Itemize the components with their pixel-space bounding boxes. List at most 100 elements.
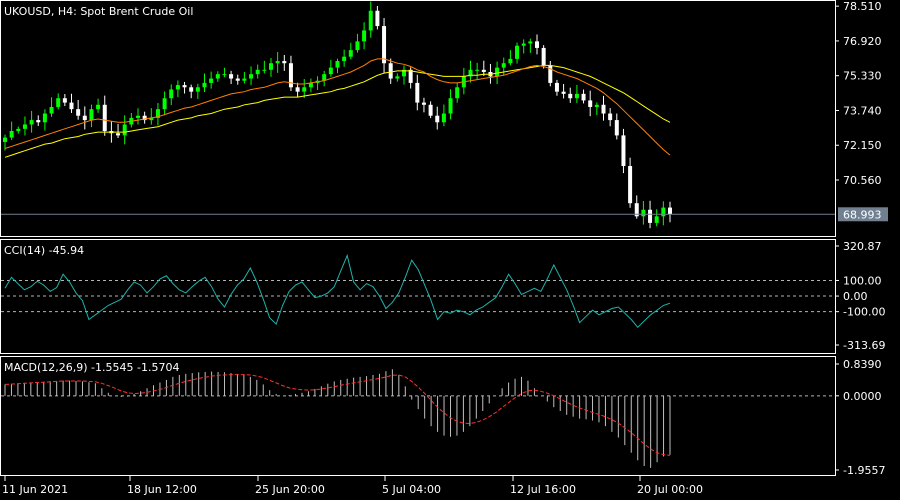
cci-axis-label: 100.00 (843, 274, 882, 287)
candle-body (222, 74, 227, 76)
macd-signal-line (4, 374, 671, 456)
candle-body (475, 69, 480, 71)
time-axis-label: 12 Jul 16:00 (510, 483, 576, 496)
candle-body (368, 10, 373, 31)
candle-body (288, 63, 293, 88)
timeframe-label: H4 (58, 5, 73, 18)
candle-body (382, 26, 387, 64)
macd-panel-title: MACD(12,26,9) -1.5545 -1.5704 (4, 361, 179, 374)
candle-body (342, 56, 347, 62)
candle-body (328, 67, 333, 75)
candle-body (215, 74, 220, 79)
cci-panel-title: CCI(14) -45.94 (4, 244, 84, 257)
trading-chart: 78.510 76.920 75.330 73.740 72.150 70.560 68.9… (0, 0, 888, 496)
candle-body (455, 87, 460, 99)
cci-plot-area (1, 253, 835, 329)
macd-axis-label: 0.8390 (843, 358, 882, 371)
time-axis-label: 18 Jun 12:00 (127, 483, 197, 496)
symbol-label: UKOUSD (4, 5, 51, 18)
candle-body (182, 85, 187, 88)
macd-indicator-label: MACD(12,26,9) (4, 361, 88, 374)
candle-body (355, 41, 360, 51)
candle-body (189, 87, 194, 92)
time-axis-label: 25 Jun 20:00 (255, 483, 325, 496)
candle-body (448, 98, 453, 114)
candle-body (3, 137, 7, 142)
candle-body (654, 216, 659, 223)
candle-body (415, 82, 420, 103)
candle-body (282, 61, 287, 64)
candle-body (668, 207, 672, 215)
candle-body (648, 209, 653, 223)
candle-body (175, 85, 180, 90)
candle-body (275, 61, 280, 64)
macd-axis-label: -1.9557 (843, 464, 885, 477)
candle-body (56, 98, 61, 107)
candle-body (621, 135, 626, 167)
candle-body (235, 78, 240, 81)
candle-body (335, 61, 340, 68)
candle-body (42, 113, 47, 123)
candle-body (262, 69, 267, 71)
price-axis-label: 76.920 (843, 35, 882, 48)
candle-body (122, 124, 127, 136)
price-axis-label: 70.560 (843, 174, 882, 187)
time-axis-label: 20 Jul 00:00 (637, 483, 703, 496)
price-axis-label: 78.510 (843, 0, 882, 13)
price-axis-label: 72.150 (843, 139, 882, 152)
current-price-label: 68.993 (843, 208, 882, 221)
candle-body (22, 124, 27, 129)
candle-body (169, 89, 174, 99)
candle-body (36, 120, 41, 123)
candle-body (249, 74, 254, 79)
cci-axis-label: 320.87 (843, 240, 882, 253)
candle-body (661, 207, 666, 217)
candle-body (528, 41, 533, 44)
candle-body (421, 102, 426, 105)
cci-axis-label: -100.00 (843, 306, 885, 319)
candle-body (428, 104, 433, 116)
price-plot-area (1, 1, 835, 229)
candle-body (435, 115, 440, 123)
candle-body (561, 91, 566, 94)
candle-body (554, 82, 559, 92)
candle-body (495, 67, 500, 77)
cci-current-value: -45.94 (49, 244, 84, 257)
macd-axis-label: 0.0000 (843, 390, 882, 403)
candle-body (375, 10, 380, 27)
candle-body (295, 87, 300, 92)
candle-body (501, 63, 506, 68)
time-axis-label: 5 Jul 04:00 (382, 483, 441, 496)
candle-body (89, 109, 94, 121)
candle-body (82, 115, 87, 121)
candle-body (601, 104, 606, 114)
candle-body (388, 63, 393, 79)
candle-body (481, 69, 486, 72)
candle-body (136, 115, 140, 118)
candle-body (76, 109, 81, 116)
candle-body (614, 120, 619, 136)
candle-body (408, 69, 413, 83)
macd-main-value: -1.5545 (91, 361, 133, 374)
candle-body (162, 98, 167, 110)
candle-body (441, 113, 446, 123)
candle-body (69, 102, 74, 110)
candle-body (302, 87, 307, 92)
axis-labels: 78.510 76.920 75.330 73.740 72.150 70.560 68.9… (2, 0, 888, 496)
price-axis-label: 75.330 (843, 70, 882, 83)
candle-body (581, 93, 586, 101)
cci-line (4, 253, 671, 329)
price-panel-title: UKOUSD, H4: Spot Brent Crude Oil (4, 5, 193, 18)
candle-body (348, 50, 353, 57)
candle-body (49, 106, 54, 114)
candle-body (395, 76, 400, 79)
candle-body (96, 104, 101, 110)
candle-body (568, 93, 573, 99)
candle-body (195, 87, 200, 92)
candle-body (102, 104, 107, 132)
candle-body (16, 128, 21, 132)
cci-indicator-label: CCI(14) (4, 244, 45, 257)
candle-body (229, 74, 234, 79)
macd-plot-area (1, 369, 835, 468)
candle-body (202, 82, 207, 88)
